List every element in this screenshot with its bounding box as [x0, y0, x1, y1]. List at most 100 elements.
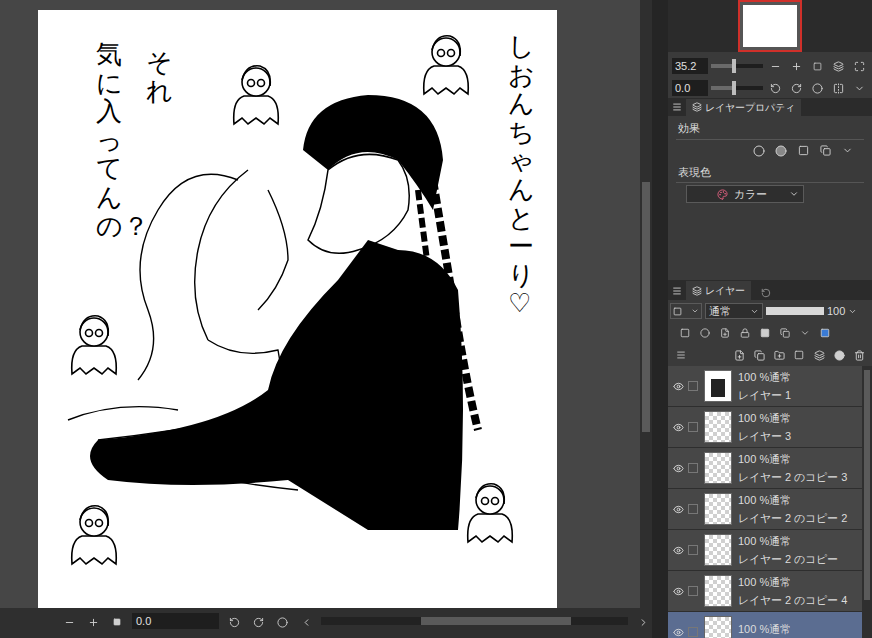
- layer-row[interactable]: 100 %通常レイヤー 2 のコピー 2: [668, 489, 862, 530]
- delete-layer-icon[interactable]: [850, 346, 868, 364]
- transfer-icon[interactable]: [790, 346, 808, 364]
- visibility-toggle[interactable]: [668, 545, 688, 556]
- layer-name: レイヤー 2 のコピー 2: [738, 512, 847, 524]
- rotation-field[interactable]: 0.0: [672, 80, 708, 96]
- layer-checkbox[interactable]: [688, 422, 698, 432]
- visibility-toggle[interactable]: [668, 586, 688, 597]
- layer-panel-header: レイヤー: [668, 280, 872, 300]
- layer-toolbar: [668, 344, 872, 366]
- overlay-effect-icon[interactable]: [816, 142, 834, 160]
- rotation-field[interactable]: 0.0: [132, 613, 219, 629]
- new-vector-layer-icon[interactable]: [750, 346, 768, 364]
- vertical-scrollbar[interactable]: [640, 0, 652, 608]
- history-tab[interactable]: [755, 286, 777, 300]
- layer-thumbnail: [704, 452, 732, 484]
- chibi-figure: [72, 506, 117, 564]
- lock-alpha-icon[interactable]: [756, 324, 774, 342]
- zoom-in-icon[interactable]: [787, 57, 805, 75]
- merge-icon[interactable]: [810, 346, 828, 364]
- rotation-slider[interactable]: [711, 86, 763, 90]
- canvas-page[interactable]: それ気に入ってんの？しおんちゃんとーり♡: [38, 10, 557, 608]
- clip-icon[interactable]: [676, 324, 694, 342]
- flip-icon[interactable]: [829, 79, 847, 97]
- flip-vertical-icon[interactable]: [850, 79, 868, 97]
- layer-row[interactable]: 100 %通常レイヤー 2 のコピー: [668, 530, 862, 571]
- handwritten-text: 気に入ってんの？: [96, 40, 122, 240]
- navigator-thumbnail[interactable]: [738, 0, 802, 52]
- layer-scrollbar[interactable]: [862, 366, 872, 638]
- layer-row[interactable]: 100 %通常レイヤー 2 のコピー 3: [668, 448, 862, 489]
- layer-color-icon[interactable]: [816, 324, 834, 342]
- border-effect-icon[interactable]: [750, 142, 768, 160]
- visibility-toggle[interactable]: [668, 422, 688, 433]
- layer-checkbox[interactable]: [688, 463, 698, 473]
- panel-tab[interactable]: レイヤープロパティ: [686, 99, 801, 116]
- layer-row[interactable]: 100 %通常レイヤー 1: [668, 366, 862, 407]
- rotate-left-icon[interactable]: [225, 613, 243, 631]
- layer-checkbox[interactable]: [688, 545, 698, 555]
- layer-checkbox[interactable]: [688, 586, 698, 596]
- ruler-icon[interactable]: [796, 324, 814, 342]
- opacity-arrow-icon[interactable]: [848, 307, 857, 316]
- fit-icon[interactable]: [108, 613, 126, 631]
- mask-add-icon[interactable]: [830, 346, 848, 364]
- zoom-out-icon[interactable]: [766, 57, 784, 75]
- reset-icon[interactable]: [808, 79, 826, 97]
- reference-icon[interactable]: [696, 324, 714, 342]
- panel-menu-icon[interactable]: [672, 346, 690, 364]
- layer-thumbnail: [704, 493, 732, 525]
- menu-icon[interactable]: [672, 102, 682, 112]
- layer-toolbar: [668, 322, 872, 344]
- fullscreen-icon[interactable]: [850, 57, 868, 75]
- eye-icon: [673, 586, 684, 597]
- new-folder-icon[interactable]: [770, 346, 788, 364]
- effect-menu-icon[interactable]: [838, 142, 856, 160]
- scroll-right-icon[interactable]: [634, 613, 652, 631]
- visibility-toggle[interactable]: [668, 627, 688, 638]
- opacity-value[interactable]: 100: [827, 303, 845, 320]
- zoom-slider[interactable]: [711, 64, 763, 68]
- visibility-toggle[interactable]: [668, 381, 688, 392]
- layers-icon[interactable]: [829, 57, 847, 75]
- rotate-right-icon[interactable]: [249, 613, 267, 631]
- lock-icon[interactable]: [736, 324, 754, 342]
- pattern-effect-icon[interactable]: [794, 142, 812, 160]
- color-mode-dropdown[interactable]: カラー: [686, 185, 804, 203]
- rotate-right-icon[interactable]: [787, 79, 805, 97]
- layer-checkbox[interactable]: [688, 627, 698, 637]
- right-panel: 35.20.0レイヤープロパティ効果表現色カラーレイヤー通常100100 %通常…: [668, 0, 872, 638]
- layer-row[interactable]: 100 %通常レイヤー 3: [668, 407, 862, 448]
- layer-thumbnail: [704, 575, 732, 607]
- draft-icon[interactable]: [716, 324, 734, 342]
- layer-mode: 100 %通常: [738, 623, 791, 635]
- panel-gap: [652, 0, 668, 638]
- layer-thumbnail: [704, 616, 732, 638]
- layer-row[interactable]: 100 %通常: [668, 612, 862, 638]
- layer-checkbox[interactable]: [688, 381, 698, 391]
- effect-label: 効果: [668, 120, 872, 137]
- reset-rotation-icon[interactable]: [273, 613, 291, 631]
- zoom-field[interactable]: 35.2: [672, 58, 708, 74]
- opacity-slider[interactable]: [766, 307, 824, 315]
- chibi-figure: [72, 316, 117, 374]
- visibility-toggle[interactable]: [668, 504, 688, 515]
- zoom-in-icon[interactable]: [84, 613, 102, 631]
- bottom-bar: 0.0: [0, 608, 652, 638]
- fit-icon[interactable]: [808, 57, 826, 75]
- layer-color-dropdown[interactable]: [670, 303, 702, 319]
- eye-icon: [673, 422, 684, 433]
- panel-tab[interactable]: レイヤー: [686, 281, 751, 300]
- rotate-left-icon[interactable]: [766, 79, 784, 97]
- layer-checkbox[interactable]: [688, 504, 698, 514]
- visibility-toggle[interactable]: [668, 463, 688, 474]
- mask-icon[interactable]: [776, 324, 794, 342]
- horizontal-scrollbar[interactable]: [321, 617, 628, 625]
- tone-effect-icon[interactable]: [772, 142, 790, 160]
- menu-icon[interactable]: [672, 286, 682, 296]
- new-raster-layer-icon[interactable]: [730, 346, 748, 364]
- blend-mode-dropdown[interactable]: 通常: [705, 303, 763, 319]
- color-icon: [717, 189, 728, 200]
- zoom-out-icon[interactable]: [60, 613, 78, 631]
- scroll-left-icon[interactable]: [297, 613, 315, 631]
- layer-row[interactable]: 100 %通常レイヤー 2 のコピー 4: [668, 571, 862, 612]
